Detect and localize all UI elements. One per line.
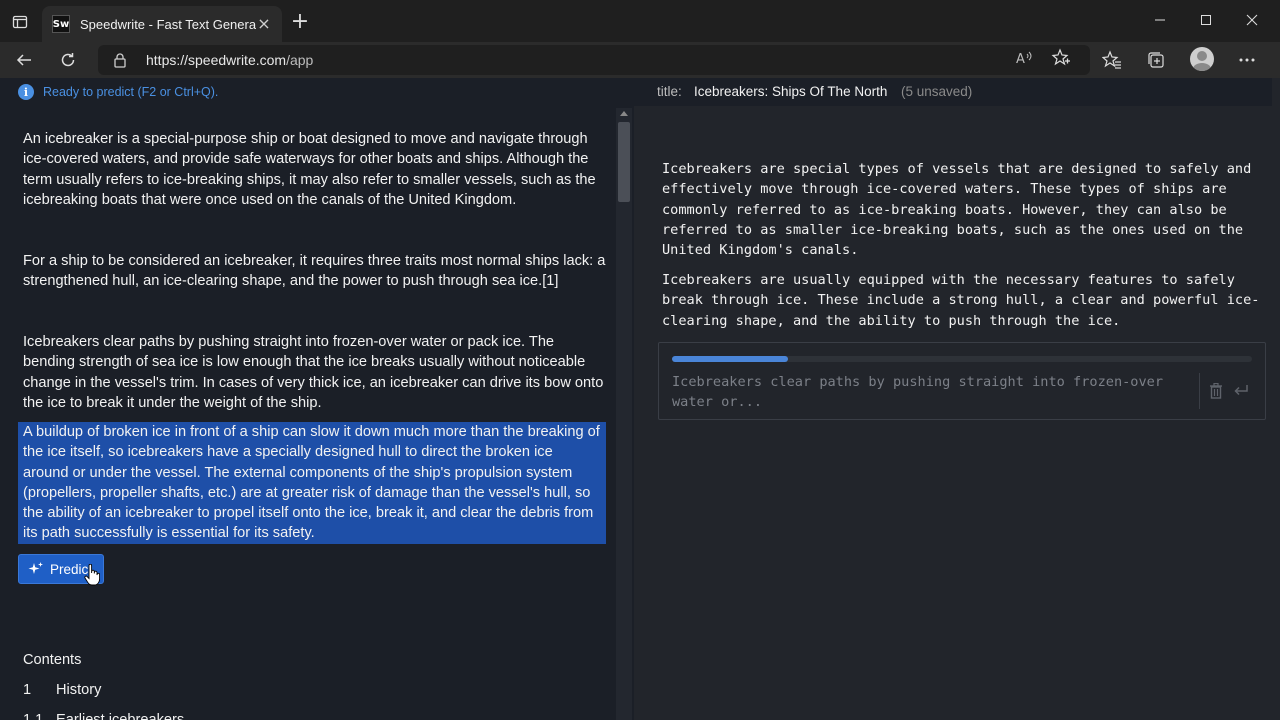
favicon-icon: Sw (52, 15, 70, 33)
contents-heading: Contents (23, 652, 82, 668)
editor-paragraph[interactable]: An icebreaker is a special-purpose ship … (23, 129, 608, 210)
hand-cursor-icon (84, 564, 100, 586)
favorites-icon[interactable] (1100, 48, 1124, 72)
document-title[interactable]: Icebreakers: Ships Of The North (694, 84, 887, 99)
editor-scrollbar[interactable] (616, 108, 632, 720)
editor-paragraph[interactable]: For a ship to be considered an icebreake… (23, 251, 608, 292)
toc-item[interactable]: 1 History (23, 682, 101, 698)
toc-label: History (56, 682, 102, 698)
svg-text:A: A (1016, 52, 1025, 66)
prediction-card: Icebreakers clear paths by pushing strai… (658, 342, 1266, 420)
url-text: https://speedwrite.com/app (146, 52, 314, 68)
toc-item[interactable]: 1.1 Earliest icebreakers (23, 712, 184, 720)
maximize-icon[interactable] (1194, 8, 1218, 32)
unsaved-count: (5 unsaved) (901, 84, 973, 99)
prediction-text: Icebreakers clear paths by pushing strai… (672, 374, 1164, 411)
prediction-progress (672, 356, 1252, 362)
close-window-icon[interactable] (1240, 8, 1264, 32)
tab-close-icon[interactable]: × (256, 16, 272, 32)
output-paragraph[interactable]: Icebreakers are usually equipped with th… (662, 270, 1268, 331)
output-panel: title: Icebreakers: Ships Of The North (… (634, 78, 1280, 720)
new-tab-icon[interactable]: + (290, 11, 310, 33)
tab-title: Speedwrite - Fast Text Generator (80, 16, 256, 32)
info-icon: i (18, 84, 34, 100)
read-aloud-icon[interactable]: A (1015, 48, 1035, 68)
document-title-bar: title: Icebreakers: Ships Of The North (… (634, 78, 1280, 106)
browser-toolbar: https://speedwrite.com/app A (0, 42, 1280, 78)
back-icon[interactable] (12, 48, 36, 72)
prediction-progress-fill (672, 356, 788, 362)
trash-icon[interactable] (1207, 382, 1225, 400)
lock-icon (112, 52, 128, 68)
toc-label: Earliest icebreakers (56, 712, 185, 720)
prediction-divider (1199, 373, 1200, 409)
address-bar[interactable]: https://speedwrite.com/app (98, 45, 1090, 75)
title-label: title: (657, 84, 682, 99)
collections-icon[interactable] (1144, 48, 1168, 72)
add-favorite-icon[interactable] (1051, 48, 1071, 68)
sparkle-icon (28, 562, 43, 574)
output-paragraph[interactable]: Icebreakers are special types of vessels… (662, 159, 1268, 260)
scroll-up-icon[interactable] (620, 111, 628, 116)
toc-number: 1.1 (23, 712, 44, 720)
window-edge (1272, 78, 1280, 720)
selected-paragraph[interactable]: A buildup of broken ice in front of a sh… (18, 422, 606, 544)
enter-icon[interactable] (1232, 382, 1250, 400)
editor-panel[interactable]: i Ready to predict (F2 or Ctrl+Q). An ic… (0, 78, 616, 720)
refresh-icon[interactable] (56, 48, 80, 72)
editor-paragraph[interactable]: Icebreakers clear paths by pushing strai… (23, 332, 608, 413)
status-text: Ready to predict (F2 or Ctrl+Q). (43, 85, 219, 99)
status-bar: i Ready to predict (F2 or Ctrl+Q). (18, 84, 218, 100)
profile-avatar[interactable] (1190, 47, 1214, 71)
more-options-icon[interactable] (1235, 48, 1259, 72)
toc-number: 1 (23, 682, 32, 698)
browser-tab[interactable]: Sw Speedwrite - Fast Text Generator × (42, 6, 282, 42)
browser-titlebar: Sw Speedwrite - Fast Text Generator × + (0, 0, 1280, 42)
scroll-thumb[interactable] (618, 122, 630, 202)
minimize-icon[interactable] (1148, 8, 1172, 32)
tab-actions-icon[interactable] (10, 12, 30, 32)
